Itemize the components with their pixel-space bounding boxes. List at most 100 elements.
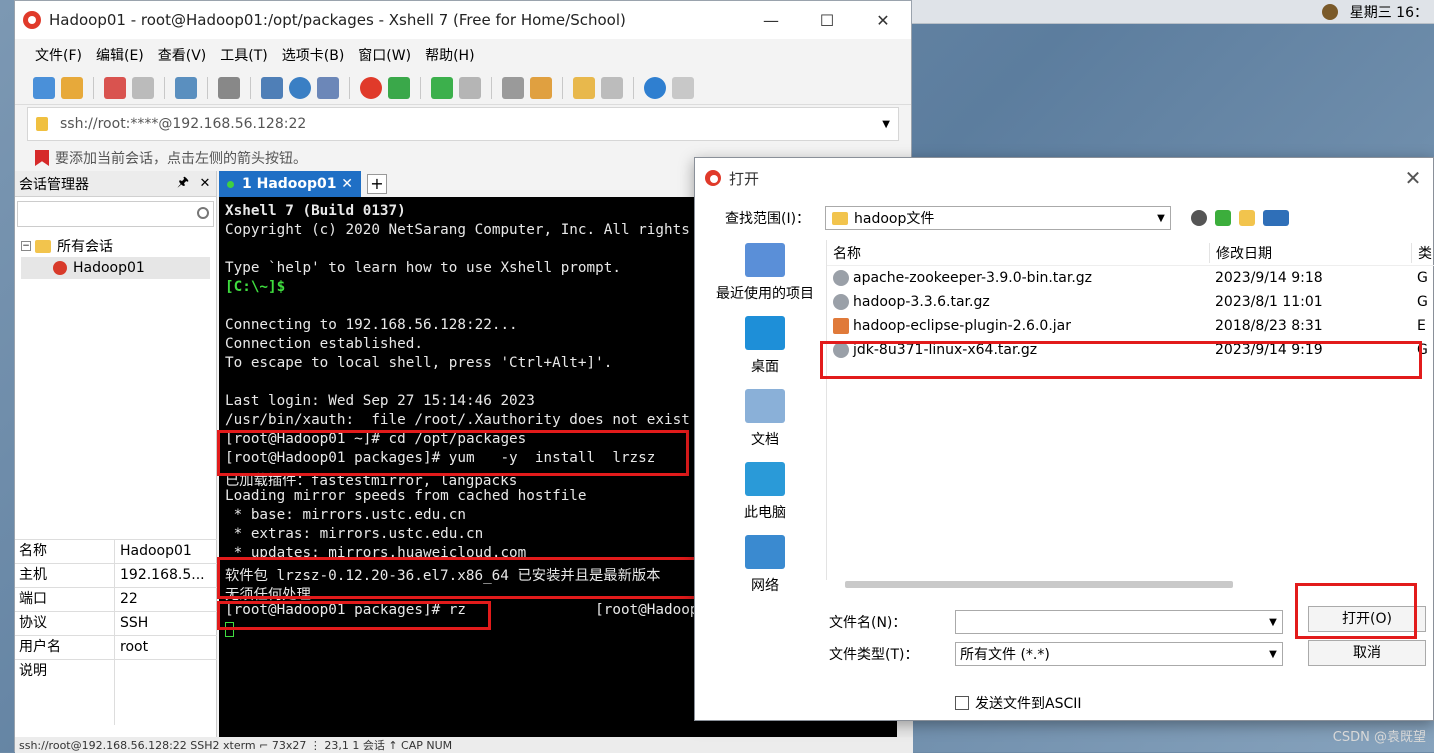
lock-icon[interactable]	[459, 76, 481, 99]
font-icon[interactable]	[317, 76, 339, 99]
look-in-select[interactable]: hadoop文件 ▼	[825, 206, 1171, 230]
file-row[interactable]: apache-zookeeper-3.9.0-bin.tar.gz 2023/9…	[827, 266, 1434, 290]
toolbar-separator	[420, 76, 421, 99]
minimize-button[interactable]: —	[743, 11, 799, 30]
file-name: hadoop-eclipse-plugin-2.6.0.jar	[853, 318, 1071, 334]
property-row: 主机 192.168.5...	[15, 563, 217, 587]
chevron-down-icon[interactable]: ▼	[882, 119, 890, 130]
address-text: ssh://root:****@192.168.56.128:22	[60, 116, 307, 132]
chevron-down-icon[interactable]: ▼	[1264, 617, 1282, 628]
menu-help[interactable]: 帮助(H)	[425, 45, 474, 65]
maximize-button[interactable]: ☐	[799, 11, 855, 30]
place-documents[interactable]: 文档	[705, 382, 825, 455]
window-title: Hadoop01 - root@Hadoop01:/opt/packages -…	[49, 11, 626, 29]
filetype-label: 文件类型(T)：	[829, 647, 919, 663]
chevron-down-icon[interactable]: ▼	[1264, 649, 1282, 660]
menu-view[interactable]: 查看(V)	[158, 45, 207, 65]
session-manager-header: 会话管理器 🖈 ✕	[15, 171, 216, 197]
disconnect-icon[interactable]	[132, 76, 154, 99]
menu-bar: 文件(F) 编辑(E) 查看(V) 工具(T) 选项卡(B) 窗口(W) 帮助(…	[15, 39, 911, 71]
place-recent[interactable]: 最近使用的项目	[705, 236, 825, 309]
chevron-down-icon[interactable]: ▼	[1152, 213, 1170, 224]
network-icon	[745, 534, 785, 569]
back-icon[interactable]	[1191, 210, 1207, 226]
toolbar-separator	[491, 76, 492, 99]
menu-file[interactable]: 文件(F)	[35, 45, 82, 65]
tree-item-hadoop01[interactable]: Hadoop01	[21, 257, 210, 279]
place-label: 网络	[751, 577, 779, 594]
ascii-checkbox[interactable]	[955, 696, 969, 710]
add-tab-icon[interactable]	[573, 76, 595, 99]
highlight-box	[217, 601, 491, 630]
property-key: 用户名	[15, 636, 115, 659]
place-this-pc[interactable]: 此电脑	[705, 455, 825, 528]
search-icon[interactable]	[197, 207, 209, 219]
tray-icon[interactable]	[1322, 4, 1338, 20]
layout-icon[interactable]	[261, 76, 283, 99]
help-icon[interactable]	[644, 76, 666, 99]
menu-edit[interactable]: 编辑(E)	[96, 45, 144, 65]
folder-icon	[35, 239, 51, 253]
globe-icon[interactable]	[289, 76, 311, 99]
session-manager-title: 会话管理器	[19, 176, 89, 193]
filename-label: 文件名(N)：	[829, 615, 907, 631]
up-folder-icon[interactable]	[1215, 210, 1231, 226]
highlight-box	[217, 557, 711, 599]
connect-icon[interactable]	[104, 76, 126, 99]
place-network[interactable]: 网络	[705, 528, 825, 601]
open-folder-icon[interactable]	[61, 76, 83, 99]
view-menu-icon[interactable]	[1263, 210, 1289, 226]
property-value: SSH	[120, 615, 149, 631]
menu-window[interactable]: 窗口(W)	[358, 45, 411, 65]
keyboard-icon[interactable]	[502, 76, 524, 99]
new-folder-icon[interactable]	[1239, 210, 1255, 226]
menu-tools[interactable]: 工具(T)	[220, 45, 267, 65]
filetype-select[interactable]: 所有文件 (*.*) ▼	[955, 642, 1283, 666]
xshell-logo-icon	[23, 11, 41, 29]
column-header-type[interactable]: 类	[1411, 242, 1434, 263]
highlight-icon[interactable]	[530, 76, 552, 99]
find-icon[interactable]	[218, 76, 240, 99]
hint-text: 要添加当前会话，点击左侧的箭头按钮。	[55, 151, 307, 167]
file-list: 名称 修改日期 类 apache-zookeeper-3.9.0-bin.tar…	[826, 240, 1434, 580]
file-list-scrollbar[interactable]	[845, 581, 1233, 588]
close-icon[interactable]: ✕	[194, 176, 216, 191]
places-bar: 最近使用的项目 桌面 文档 此电脑 网络	[705, 236, 825, 666]
place-desktop[interactable]: 桌面	[705, 309, 825, 382]
address-bar[interactable]: ssh://root:****@192.168.56.128:22 ▼	[27, 107, 899, 141]
column-header-date[interactable]: 修改日期	[1209, 242, 1411, 263]
close-button[interactable]: ✕	[1393, 166, 1433, 190]
menu-tabs[interactable]: 选项卡(B)	[282, 45, 345, 65]
cancel-button[interactable]: 取消	[1308, 640, 1426, 666]
collapse-icon[interactable]: −	[21, 241, 31, 251]
new-session-icon[interactable]	[33, 76, 55, 99]
look-in-row: 查找范围(I)： hadoop文件 ▼	[725, 206, 1289, 230]
property-key: 说明	[15, 660, 115, 725]
session-search-input[interactable]	[17, 201, 214, 227]
tile-icon[interactable]	[601, 76, 623, 99]
archive-icon	[833, 294, 849, 310]
tree-item-all-sessions[interactable]: − 所有会话	[21, 235, 210, 257]
file-row[interactable]: hadoop-3.3.6.tar.gz 2023/8/1 11:01 G	[827, 290, 1434, 314]
file-date: 2023/9/14 9:18	[1215, 270, 1323, 286]
lock-icon	[36, 117, 48, 131]
filename-input[interactable]: ▼	[955, 610, 1283, 634]
property-row: 说明	[15, 659, 217, 725]
file-date: 2018/8/23 8:31	[1215, 318, 1323, 334]
close-icon[interactable]: ✕	[341, 176, 353, 192]
close-button[interactable]: ✕	[855, 11, 911, 30]
add-tab-button[interactable]: +	[367, 174, 387, 194]
chat-icon[interactable]	[672, 76, 694, 99]
pin-icon[interactable]: 🖈	[172, 173, 194, 195]
properties-icon[interactable]	[175, 76, 197, 99]
xftp-icon[interactable]	[388, 76, 410, 99]
folder-icon	[832, 211, 848, 225]
column-header-name[interactable]: 名称	[827, 243, 1209, 263]
xshell-icon[interactable]	[360, 76, 382, 99]
tab-hadoop01[interactable]: 1 Hadoop01 ✕	[219, 171, 361, 197]
file-type: G	[1417, 294, 1428, 310]
tab-label: 1 Hadoop01	[242, 176, 337, 192]
fullscreen-icon[interactable]	[431, 76, 453, 99]
file-row[interactable]: hadoop-eclipse-plugin-2.6.0.jar 2018/8/2…	[827, 314, 1434, 338]
bookmark-icon[interactable]	[35, 150, 49, 166]
